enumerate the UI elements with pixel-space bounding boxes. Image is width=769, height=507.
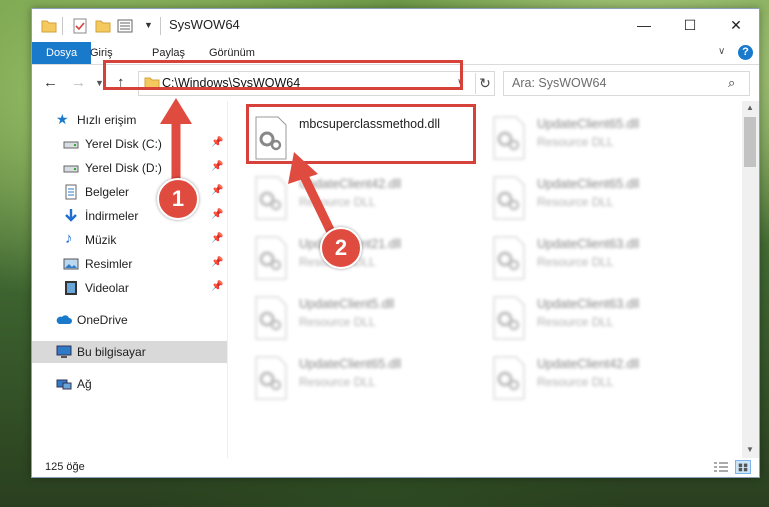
callout-arrows — [160, 98, 335, 235]
arrow-2 — [288, 152, 335, 235]
arrow-1 — [160, 98, 192, 187]
callout-badge-2: 2 — [320, 227, 362, 269]
callout-badge-1: 1 — [157, 178, 199, 220]
